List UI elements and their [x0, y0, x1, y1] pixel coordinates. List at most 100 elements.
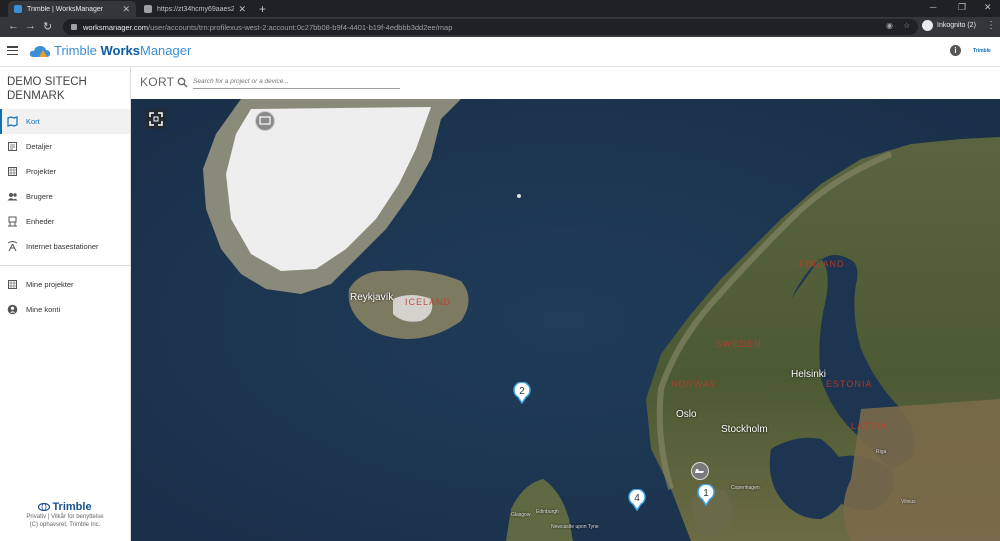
sidebar-item-projekter[interactable]: Projekter — [0, 159, 130, 184]
cluster-marker[interactable]: 1 — [697, 484, 715, 506]
device-marker[interactable] — [691, 462, 709, 480]
search-icon — [177, 77, 188, 88]
sidebar-item-mine-projekter[interactable]: Mine projekter — [0, 272, 130, 297]
satellite-map — [131, 99, 1000, 541]
tab-title: Trimble | WorksManager — [27, 5, 104, 13]
close-tab-icon[interactable]: ✕ — [238, 4, 246, 15]
basestation-marker[interactable] — [255, 111, 275, 131]
close-window-icon[interactable]: ✕ — [984, 2, 992, 13]
menu-icon[interactable] — [7, 46, 18, 55]
back-icon[interactable]: ← — [8, 20, 19, 32]
map-label-finland: FINLAND — [799, 259, 845, 269]
copyright-text: (C) ophavsret, Trimble Inc. — [29, 522, 101, 528]
map-label-edinburgh: Edinburgh — [536, 509, 559, 515]
sidebar-item-brugere[interactable]: Brugere — [0, 184, 130, 209]
map-label-copenhagen: Copenhagen — [731, 485, 760, 491]
reload-icon[interactable]: ↻ — [43, 20, 52, 33]
map-label-norway: NORWAY — [671, 379, 717, 389]
trimble-footer-logo-text: Trimble — [52, 501, 92, 513]
sidebar-nav-secondary: Mine projekter Mine konti — [0, 272, 130, 322]
cluster-marker[interactable]: 2 — [513, 382, 531, 404]
minimize-icon[interactable]: ─ — [930, 2, 936, 12]
forward-icon[interactable]: → — [25, 20, 36, 32]
sidebar-footer: Trimble Privativ | Vilkår for benyttelse… — [0, 501, 130, 529]
map-label-estonia: ESTONIA — [826, 379, 873, 389]
sidebar-item-label: Internet basestationer — [26, 242, 99, 251]
trimble-footer-logo: Trimble — [0, 501, 130, 513]
map-view[interactable]: Reykjavík ICELAND NORWAY SWEDEN FINLAND … — [131, 99, 1000, 541]
cloud-logo-icon — [29, 45, 50, 57]
sidebar-nav: Kort Detaljer Projekter Brugere Enheder … — [0, 109, 130, 259]
tab-title: https://zt34hcmy69aaes2.p55.rt... — [157, 5, 235, 13]
basestation-icon — [7, 241, 18, 252]
trimble-globe-icon — [38, 503, 51, 511]
footer-links[interactable]: Privativ | Vilkår for benyttelse — [0, 513, 130, 521]
page-favicon-icon — [144, 5, 152, 13]
cluster-count: 4 — [634, 492, 640, 504]
map-label-glasgow: Glasgow — [511, 512, 531, 518]
logo-text-trimble: Trimble — [54, 43, 97, 58]
sidebar-item-label: Enheder — [26, 217, 55, 226]
details-icon — [7, 141, 18, 152]
app-header: Trimble Works Manager i Trimble — [0, 37, 1000, 67]
incognito-badge[interactable]: Inkognito (2) — [922, 20, 976, 31]
sidebar: DEMO SITECH DENMARK Kort Detaljer Projek… — [0, 67, 131, 541]
eye-off-icon[interactable]: ◉ — [886, 21, 893, 30]
app-logo[interactable]: Trimble Works Manager — [29, 43, 191, 58]
logo-text-works: Works — [100, 43, 140, 58]
map-icon — [7, 116, 18, 127]
cluster-marker[interactable]: 4 — [628, 489, 646, 511]
browser-tab[interactable]: https://zt34hcmy69aaes2.p55.rt... ✕ — [138, 1, 252, 17]
map-label-iceland: ICELAND — [405, 297, 452, 307]
map-label-vilnius: Vilnius — [901, 499, 916, 505]
url-bar[interactable]: worksmanager.com/user/accounts/trn:profi… — [63, 19, 918, 35]
sidebar-item-label: Kort — [26, 117, 40, 126]
cluster-count: 2 — [519, 385, 525, 397]
sidebar-item-enheder[interactable]: Enheder — [0, 209, 130, 234]
trimble-mini-logo[interactable]: Trimble — [973, 48, 991, 54]
cluster-count: 1 — [703, 487, 709, 499]
search-input[interactable] — [193, 74, 400, 89]
incognito-label: Inkognito (2) — [937, 22, 976, 29]
browser-toolbar: ← → ↻ worksmanager.com/user/accounts/trn… — [0, 17, 1000, 37]
devices-icon — [7, 216, 18, 227]
sidebar-divider — [0, 265, 130, 266]
page-titlebar: KORT — [131, 67, 1000, 99]
trimble-favicon-icon — [14, 5, 22, 13]
browser-menu-icon[interactable]: ⋮ — [986, 20, 996, 31]
my-projects-icon — [7, 279, 18, 290]
browser-tab-strip: Trimble | WorksManager ✕ https://zt34hcm… — [0, 0, 1000, 17]
account-icon — [7, 304, 18, 315]
sidebar-item-internet-basestationer[interactable]: Internet basestationer — [0, 234, 130, 259]
incognito-icon — [922, 20, 933, 31]
logo-text-manager: Manager — [139, 43, 192, 58]
sidebar-item-label: Mine projekter — [26, 280, 74, 289]
sidebar-item-mine-konti[interactable]: Mine konti — [0, 297, 130, 322]
sidebar-item-detaljer[interactable]: Detaljer — [0, 134, 130, 159]
map-label-oslo: Oslo — [676, 409, 697, 420]
sidebar-item-kort[interactable]: Kort — [0, 109, 130, 134]
projects-icon — [7, 166, 18, 177]
excavator-icon — [695, 469, 704, 473]
close-tab-icon[interactable]: ✕ — [122, 4, 130, 15]
map-label-newcastle: Newcastle upon Tyne — [551, 524, 599, 530]
account-name: DEMO SITECH DENMARK — [7, 76, 87, 102]
star-icon[interactable]: ☆ — [903, 21, 910, 30]
map-label-latvia: LATVIA — [851, 421, 888, 431]
maximize-icon[interactable]: ❐ — [958, 2, 966, 13]
new-tab-icon[interactable]: + — [259, 2, 266, 16]
map-label-sweden: SWEDEN — [716, 339, 762, 349]
users-icon — [7, 191, 18, 202]
page-title: KORT — [140, 75, 175, 89]
sidebar-item-label: Projekter — [26, 167, 57, 176]
fullscreen-button[interactable] — [146, 109, 166, 129]
info-icon[interactable]: i — [950, 45, 961, 56]
sidebar-item-label: Detaljer — [26, 142, 52, 151]
sidebar-item-label: Brugere — [26, 192, 53, 201]
url-path: /user/accounts/trn:profilexus-west-2:acc… — [148, 22, 453, 32]
browser-tab-active[interactable]: Trimble | WorksManager ✕ — [8, 1, 136, 17]
sidebar-item-label: Mine konti — [26, 305, 61, 314]
fullscreen-icon — [149, 112, 163, 126]
map-label-stockholm: Stockholm — [721, 424, 768, 435]
monitor-icon — [259, 116, 271, 125]
